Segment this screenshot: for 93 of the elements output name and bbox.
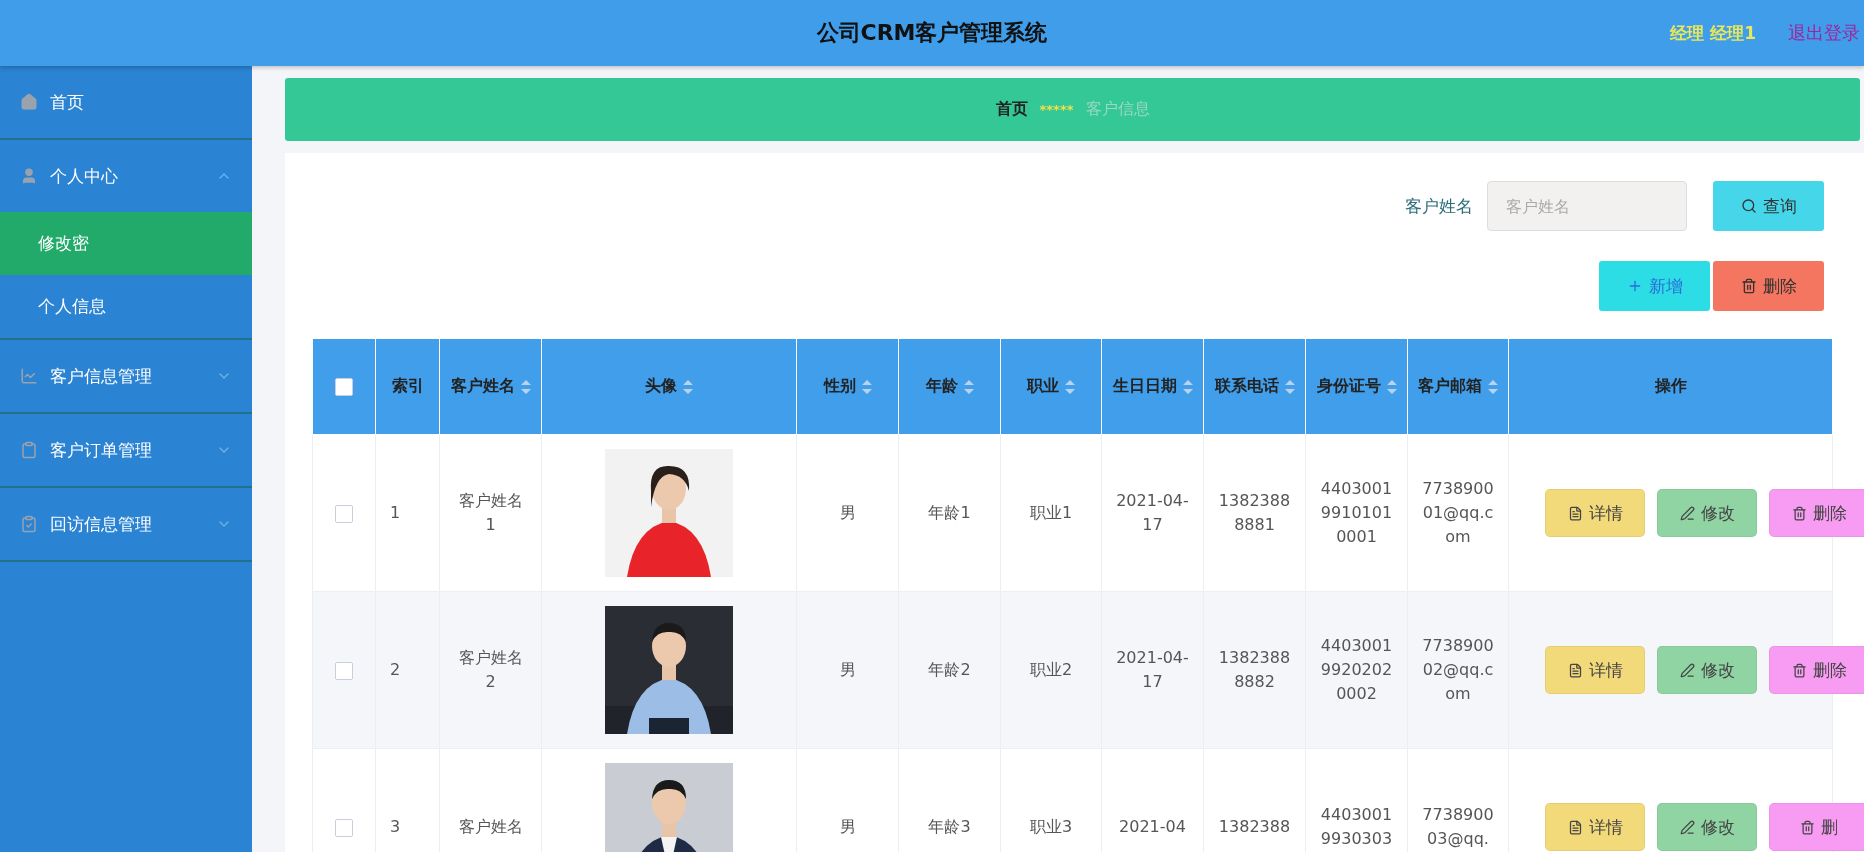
table-cell: 2 [390, 660, 401, 679]
table-cell: 1382388 [1218, 817, 1291, 836]
table-cell: 13823888882 [1218, 648, 1291, 691]
sidebar-item[interactable]: 个人中心 [0, 140, 252, 212]
table-cell: 773890003@qq. [1422, 805, 1494, 848]
table-cell: 773890001@qq.com [1422, 479, 1494, 546]
column-header[interactable]: 客户姓名 [450, 376, 515, 397]
table-cell: 职业3 [1029, 817, 1073, 836]
table-cell: 13823888881 [1218, 491, 1291, 534]
document-icon [1567, 819, 1583, 835]
table-cell: 客户姓名2 [458, 648, 523, 691]
table-cell: 440300199101010001 [1320, 479, 1393, 546]
pen-icon [1679, 662, 1695, 678]
search-label: 客户姓名 [1405, 194, 1473, 218]
table-cell: 773890002@qq.com [1422, 636, 1494, 703]
table-cell: 44030019930303 [1320, 805, 1393, 848]
clipboard-check-icon [20, 515, 38, 533]
app-title: 公司CRM客户管理系统 [816, 19, 1048, 47]
sidebar-subitem[interactable]: 修改密 [0, 212, 252, 275]
column-header[interactable]: 生日日期 [1112, 376, 1177, 397]
detail-button[interactable]: 详情 [1545, 489, 1645, 537]
detail-button[interactable]: 详情 [1545, 646, 1645, 694]
edit-button[interactable]: 修改 [1657, 489, 1757, 537]
sort-icon[interactable] [683, 379, 693, 394]
sidebar-item[interactable]: 首页 [0, 66, 252, 140]
sidebar-item[interactable]: 回访信息管理 [0, 488, 252, 562]
table-cell: 年龄1 [928, 503, 971, 522]
edit-button[interactable]: 修改 [1657, 646, 1757, 694]
sort-icon[interactable] [1065, 379, 1075, 394]
column-header[interactable]: 头像 [645, 376, 677, 397]
breadcrumb-separator: ***** [1039, 102, 1074, 117]
breadcrumb-current: 客户信息 [1085, 99, 1150, 120]
trash-icon [1791, 505, 1807, 521]
column-header[interactable]: 性别 [823, 376, 856, 397]
search-field[interactable]: 客户姓名 [1487, 181, 1687, 231]
add-button[interactable]: 新增 [1599, 261, 1710, 311]
sort-icon[interactable] [1488, 379, 1498, 394]
trash-icon [1791, 662, 1807, 678]
table-cell: 男 [839, 817, 856, 836]
search-icon [1740, 198, 1757, 214]
table-cell: 男 [839, 660, 856, 679]
table-cell: 年龄3 [928, 817, 971, 836]
sort-icon[interactable] [1182, 379, 1193, 394]
sort-icon[interactable] [861, 379, 872, 394]
sort-icon[interactable] [963, 379, 974, 394]
select-all-checkbox[interactable] [335, 378, 353, 397]
column-header[interactable]: 联系电话 [1214, 376, 1279, 397]
sidebar-subitem[interactable]: 个人信息 [0, 275, 252, 340]
delete-button[interactable]: 删 [1769, 803, 1864, 851]
column-header[interactable]: 职业 [1027, 376, 1059, 397]
column-header[interactable]: 客户邮箱 [1418, 376, 1482, 397]
search-button[interactable]: 查询 [1713, 181, 1824, 231]
table-cell: 2021-04-17 [1116, 491, 1189, 534]
pen-icon [1679, 505, 1695, 521]
sort-icon[interactable] [1284, 379, 1295, 394]
column-header: 操作 [1654, 376, 1687, 395]
column-header[interactable]: 身份证号 [1316, 376, 1381, 397]
sort-icon[interactable] [1386, 379, 1397, 394]
breadcrumb-link[interactable]: 首页 [995, 99, 1028, 120]
clipboard-icon [20, 441, 38, 459]
row-checkbox[interactable] [335, 818, 353, 837]
table-cell: 2021-04 [1119, 817, 1186, 836]
table-cell: 职业1 [1029, 503, 1073, 522]
table-cell: 客户姓名1 [458, 491, 523, 534]
delete-button[interactable]: 删除 [1769, 489, 1864, 537]
document-icon [1567, 505, 1583, 521]
column-header[interactable]: 年龄 [925, 376, 958, 397]
delete-button[interactable]: 删除 [1769, 646, 1864, 694]
table-cell: 男 [839, 503, 856, 522]
table-cell: 3 [390, 817, 401, 836]
chart-icon [20, 367, 38, 385]
delete-button[interactable]: 删除 [1713, 261, 1824, 311]
table-cell: 客户姓名 [458, 817, 523, 836]
home-icon [20, 93, 38, 111]
row-checkbox[interactable] [335, 504, 353, 523]
row-checkbox[interactable] [335, 661, 353, 680]
table-cell: 1 [390, 503, 401, 522]
sort-icon[interactable] [520, 379, 531, 394]
sidebar-item[interactable]: 客户订单管理 [0, 414, 252, 488]
user-name: 经理 经理1 [1670, 21, 1756, 45]
table-cell: 职业2 [1029, 660, 1073, 679]
sidebar-item[interactable]: 客户信息管理 [0, 340, 252, 414]
pen-icon [1679, 819, 1695, 835]
detail-button[interactable]: 详情 [1545, 803, 1645, 851]
user-icon [20, 167, 38, 185]
table-cell: 2021-04-17 [1116, 648, 1189, 691]
column-header: 索引 [391, 376, 424, 395]
trash-icon [1740, 278, 1757, 294]
trash-icon [1800, 819, 1815, 835]
table-cell: 年龄2 [928, 660, 971, 679]
edit-button[interactable]: 修改 [1657, 803, 1757, 851]
table-cell: 440300199202020002 [1320, 636, 1393, 703]
document-icon [1567, 662, 1583, 678]
